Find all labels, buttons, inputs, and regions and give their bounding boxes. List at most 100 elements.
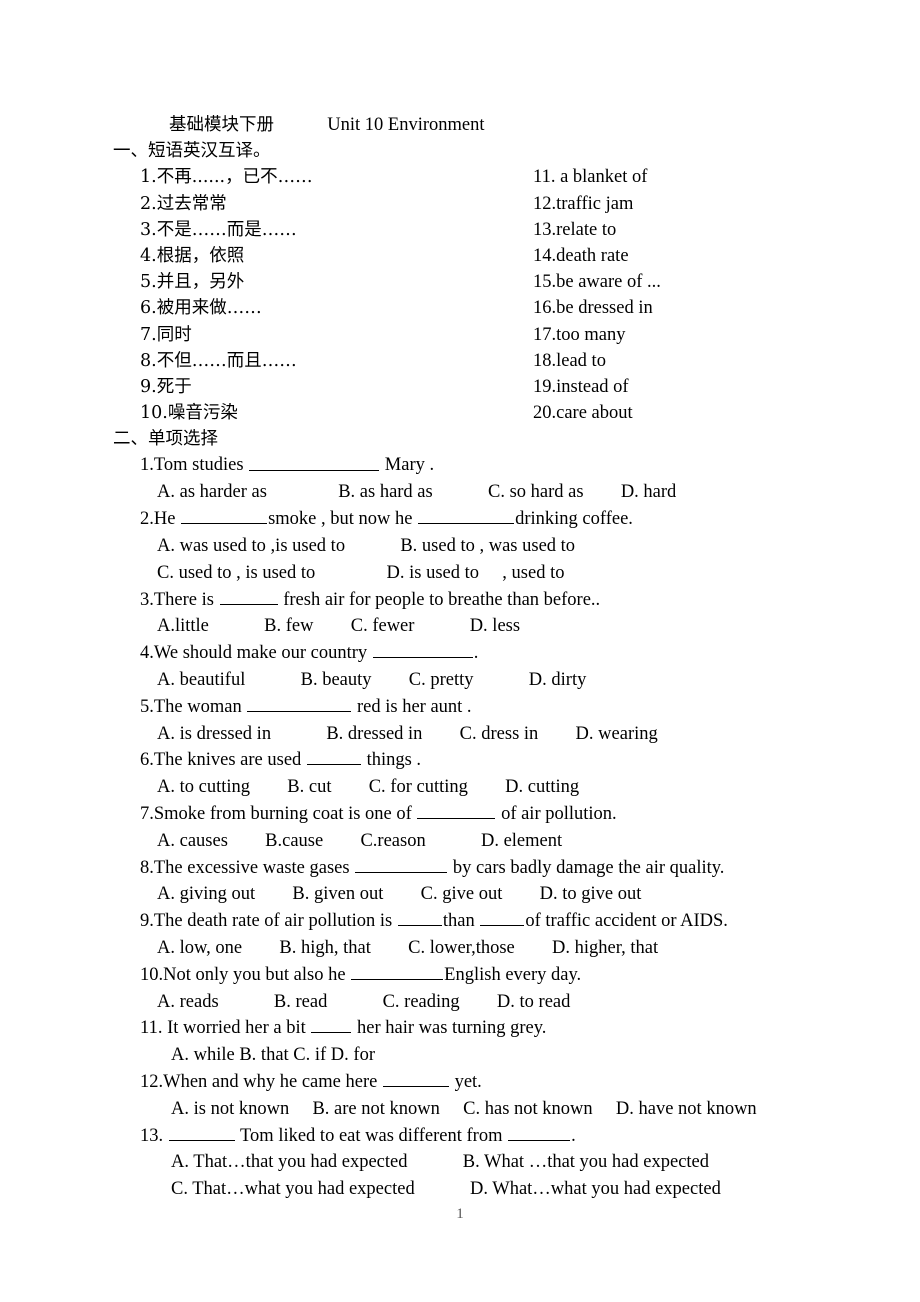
option-c[interactable]: C.reason — [360, 831, 425, 851]
option-c[interactable]: C. dress in — [460, 724, 539, 744]
question-options: A. low, one B. high, that C. lower,those… — [113, 935, 873, 962]
question-text-tail: by cars badly damage the air quality. — [452, 857, 725, 878]
vocab-item-right: 16.be dressed in — [533, 298, 653, 319]
question-text-tail: fresh air for people to breathe than bef… — [283, 589, 601, 610]
option-b[interactable]: B. read — [274, 992, 327, 1012]
option-a[interactable]: A. low, one — [157, 938, 242, 958]
option-b[interactable]: B. as hard as — [338, 482, 433, 502]
option-b[interactable]: B. few — [264, 616, 313, 636]
answer-blank[interactable] — [355, 855, 448, 873]
option-a[interactable]: A. giving out — [157, 884, 255, 904]
section-two-heading: 二、单项选择 — [113, 429, 218, 450]
answer-blank[interactable] — [508, 1123, 571, 1141]
question-text: 1.Tom studies — [140, 455, 244, 476]
question-stem: 3.There is fresh air for people to breat… — [113, 587, 873, 614]
option-b[interactable]: B. are not known — [312, 1099, 439, 1119]
option-d[interactable]: D. element — [481, 831, 562, 851]
option-d[interactable]: D. dirty — [529, 670, 587, 690]
option-c[interactable]: C. That…what you had expected — [171, 1179, 415, 1199]
answer-blank[interactable] — [417, 801, 496, 819]
question-text-tail: drinking coffee. — [515, 509, 633, 530]
option-d[interactable]: D. have not known — [616, 1099, 757, 1119]
answer-blank[interactable] — [306, 747, 361, 766]
question-text: 2.He — [140, 509, 176, 530]
option-d[interactable]: D. to give out — [540, 884, 642, 904]
option-d[interactable]: D. higher, that — [552, 938, 658, 958]
option-d-tail[interactable]: , used to — [502, 563, 564, 583]
option-c[interactable]: C. pretty — [409, 670, 474, 690]
vocab-row: 3.不是……而是…… 13.relate to — [113, 217, 873, 243]
document-content: 基础模块下册 Unit 10 Environment 一、短语英汉互译。 1.不… — [113, 112, 873, 1203]
answer-blank[interactable] — [382, 1069, 449, 1087]
option-c[interactable]: C. for cutting — [369, 777, 468, 797]
option-a[interactable]: A. to cutting — [157, 777, 250, 797]
option-d[interactable]: D. to read — [497, 992, 570, 1012]
option-d[interactable]: D. is used to — [387, 563, 480, 583]
options-inline[interactable]: A. while B. that C. if D. for — [171, 1045, 375, 1065]
option-b[interactable]: B. beauty — [301, 670, 372, 690]
question-stem: 1.Tom studies Mary . — [113, 452, 873, 479]
vocab-item-right: 12.traffic jam — [533, 193, 634, 214]
question-text-tail: English every day. — [444, 964, 582, 985]
option-d[interactable]: D. less — [470, 616, 520, 636]
answer-blank[interactable] — [181, 506, 268, 525]
option-a[interactable]: A. beautiful — [157, 670, 245, 690]
answer-blank[interactable] — [247, 694, 352, 712]
option-b[interactable]: B. used to , was used to — [400, 536, 575, 556]
option-a[interactable]: A. That…that you had expected — [171, 1152, 408, 1172]
option-d[interactable]: D. hard — [621, 482, 676, 502]
option-c[interactable]: C. so hard as — [488, 482, 584, 502]
option-c[interactable]: C. fewer — [351, 616, 415, 636]
answer-blank[interactable] — [418, 506, 515, 525]
option-a[interactable]: A. reads — [157, 992, 219, 1012]
option-c[interactable]: C. reading — [383, 992, 460, 1012]
document-page: 基础模块下册 Unit 10 Environment 一、短语英汉互译。 1.不… — [0, 0, 920, 1302]
answer-blank[interactable] — [480, 908, 525, 927]
answer-blank[interactable] — [219, 587, 278, 605]
question-text-tail: red is her aunt . — [356, 696, 472, 717]
option-a[interactable]: A. causes — [157, 831, 228, 851]
option-b[interactable]: B. What …that you had expected — [463, 1152, 709, 1172]
option-a[interactable]: A.little — [157, 616, 209, 636]
question-stem: 5.The woman red is her aunt . — [113, 694, 873, 721]
question-text-tail: . — [571, 1125, 576, 1146]
question-text: 4.We should make our country — [140, 643, 368, 664]
option-b[interactable]: B. dressed in — [326, 724, 422, 744]
question-text: 6.The knives are used — [140, 750, 302, 771]
question-options: A.little B. few C. fewer D. less — [113, 613, 873, 640]
option-a[interactable]: A. is dressed in — [157, 724, 271, 744]
question-text-tail: of air pollution. — [501, 803, 617, 824]
question-options: A. as harder as B. as hard as C. so hard… — [113, 479, 873, 506]
question-options: C. That…what you had expected D. What…wh… — [113, 1176, 873, 1203]
option-a[interactable]: A. was used to ,is used to — [157, 536, 345, 556]
option-a[interactable]: A. is not known — [171, 1099, 289, 1119]
option-c[interactable]: C. used to , is used to — [157, 563, 315, 583]
title-chinese: 基础模块下册 — [169, 115, 274, 135]
question-stem: 2.He smoke , but now he drinking coffee. — [113, 506, 873, 533]
answer-blank[interactable] — [397, 908, 442, 927]
answer-blank[interactable] — [311, 1015, 352, 1034]
option-c[interactable]: C. give out — [421, 884, 503, 904]
question-text-tail: yet. — [454, 1072, 482, 1092]
option-c[interactable]: C. lower,those — [408, 938, 515, 958]
answer-blank[interactable] — [372, 640, 473, 659]
question-options: A. giving out B. given out C. give out D… — [113, 881, 873, 908]
vocab-item-left: 7.同时 — [140, 324, 192, 345]
option-c[interactable]: C. has not known — [463, 1099, 593, 1119]
question-text: 3.There is — [140, 589, 214, 610]
vocab-item-left: 9.死于 — [140, 376, 192, 397]
answer-blank[interactable] — [168, 1123, 235, 1141]
answer-blank[interactable] — [351, 962, 444, 980]
option-b[interactable]: B. given out — [292, 884, 383, 904]
vocab-row: 10.噪音污染 20.care about — [113, 400, 873, 426]
option-b[interactable]: B. cut — [287, 777, 331, 797]
option-d[interactable]: D. cutting — [505, 777, 579, 797]
question-text-mid: smoke , but now he — [268, 509, 413, 530]
option-d[interactable]: D. What…what you had expected — [470, 1179, 721, 1199]
option-b[interactable]: B.cause — [265, 831, 323, 851]
answer-blank[interactable] — [249, 452, 380, 471]
vocab-item-right: 15.be aware of ... — [533, 272, 661, 293]
option-d[interactable]: D. wearing — [576, 724, 658, 744]
option-a[interactable]: A. as harder as — [157, 482, 267, 502]
option-b[interactable]: B. high, that — [279, 938, 370, 958]
